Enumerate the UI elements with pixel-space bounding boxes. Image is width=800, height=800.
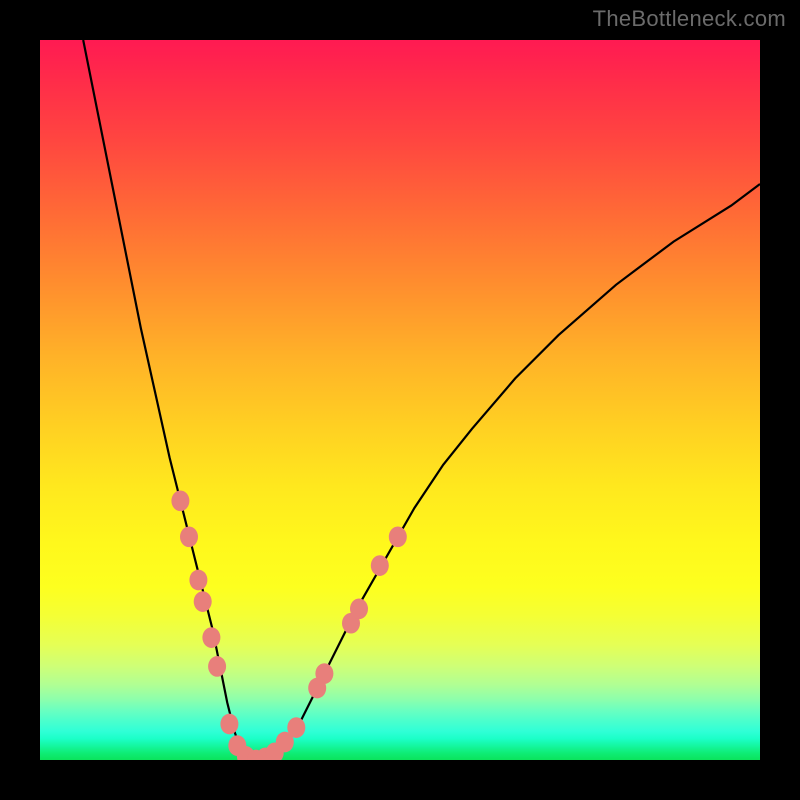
- watermark-text: TheBottleneck.com: [593, 6, 786, 32]
- plot-area: [40, 40, 760, 760]
- marker-dot: [350, 598, 368, 619]
- marker-dot: [189, 570, 207, 591]
- marker-dot: [371, 555, 389, 576]
- curve-layer: [83, 40, 760, 760]
- marker-layer: [171, 490, 406, 760]
- marker-dot: [389, 526, 407, 547]
- chart-frame: TheBottleneck.com: [0, 0, 800, 800]
- marker-dot: [220, 714, 238, 735]
- marker-dot: [315, 663, 333, 684]
- marker-dot: [208, 656, 226, 677]
- marker-dot: [202, 627, 220, 648]
- marker-dot: [180, 526, 198, 547]
- marker-dot: [287, 717, 305, 738]
- marker-dot: [171, 490, 189, 511]
- chart-svg: [40, 40, 760, 760]
- marker-dot: [194, 591, 212, 612]
- bottleneck-curve: [83, 40, 760, 760]
